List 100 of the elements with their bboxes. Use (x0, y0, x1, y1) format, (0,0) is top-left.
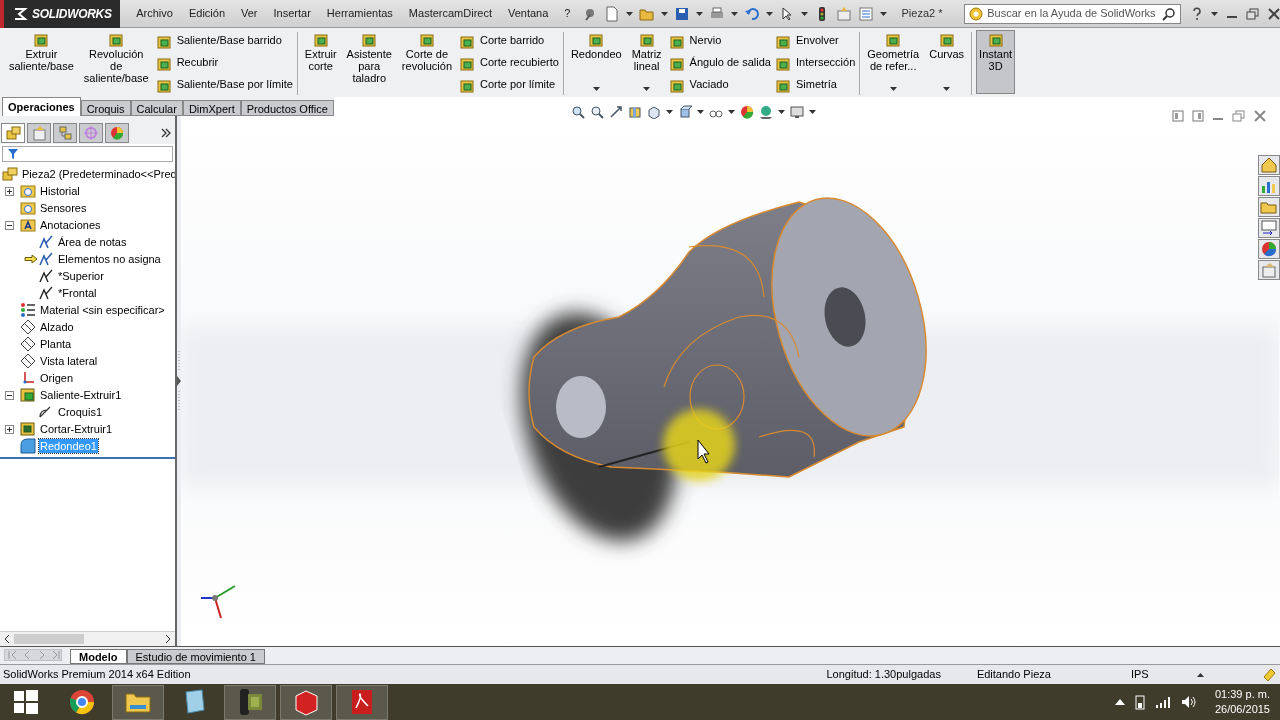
ribbon-button[interactable]: Geometría de refer... (864, 30, 923, 94)
ribbon-button[interactable]: Corte de revolución (398, 30, 455, 94)
zoom-fit-icon[interactable] (570, 105, 585, 120)
menu-item[interactable]: MastercamDirect (408, 5, 492, 22)
caret-icon[interactable] (943, 87, 951, 91)
caret-icon[interactable] (643, 87, 651, 91)
ribbon-button[interactable]: Corte barrido (459, 31, 559, 50)
tree-item-label[interactable]: *Superior (57, 269, 105, 284)
expand-icon[interactable] (5, 424, 14, 434)
ribbon-button[interactable]: Simetría (774, 75, 856, 94)
caret-icon[interactable] (766, 11, 774, 16)
close-icon[interactable] (1268, 7, 1280, 20)
caret-icon[interactable] (661, 11, 669, 16)
ribbon-button[interactable]: Extruir saliente/base (6, 30, 77, 94)
caret-icon[interactable] (880, 11, 888, 16)
tree-item-label[interactable]: Elementos no asigna (57, 252, 162, 267)
tray-expand-icon[interactable] (1114, 699, 1125, 705)
ribbon-button[interactable]: Saliente/Base por límite (155, 75, 293, 94)
bottom-tab[interactable]: Modelo (70, 649, 127, 665)
tile-left-icon[interactable] (1172, 109, 1184, 122)
tree-item-label[interactable]: Croquis1 (57, 405, 104, 420)
view-settings-icon[interactable] (789, 105, 804, 120)
command-tab[interactable]: Calcular (130, 99, 183, 116)
expand-panel-icon[interactable] (161, 127, 171, 138)
tree-item-label[interactable]: Sensores (39, 201, 88, 216)
display-style-icon[interactable] (677, 105, 692, 120)
signal-icon[interactable] (1154, 695, 1171, 709)
caret-icon[interactable] (592, 87, 600, 91)
tree-item-label[interactable]: Vista lateral (39, 354, 99, 369)
ribbon-button[interactable]: Extruir corte (301, 30, 340, 94)
appearance-icon[interactable] (1260, 239, 1278, 258)
ribbon-button[interactable]: Curvas (926, 30, 968, 94)
taskbar-button[interactable] (112, 684, 164, 720)
tree-item-label[interactable]: *Frontal (57, 286, 98, 301)
ribbon-button[interactable]: Nervio (668, 31, 771, 50)
new-document-icon[interactable] (604, 5, 621, 22)
custom-properties-icon[interactable] (1260, 260, 1278, 279)
command-tab[interactable]: Croquis (80, 99, 131, 116)
section-view-icon[interactable] (627, 105, 642, 120)
taskbar-button[interactable] (224, 684, 276, 720)
ribbon-button[interactable]: Redondeo (567, 30, 625, 94)
display-manager-icon[interactable] (109, 124, 125, 141)
scene-icon[interactable] (758, 105, 773, 120)
horizontal-scrollbar[interactable] (0, 631, 175, 647)
help-question-icon[interactable] (1191, 6, 1203, 21)
ribbon-button[interactable]: Asistente para taladro (343, 30, 395, 94)
part-tree-icon[interactable] (5, 124, 21, 141)
zoom-area-icon[interactable] (589, 105, 604, 120)
close-icon[interactable] (1254, 109, 1266, 122)
caret-icon[interactable] (801, 11, 809, 16)
caret-icon[interactable] (731, 11, 739, 16)
tree-item-label[interactable]: Planta (39, 337, 73, 352)
collapse-icon[interactable] (5, 390, 14, 400)
view-orientation-icon[interactable] (646, 105, 661, 120)
tree-item-label[interactable]: Material <sin especificar> (39, 303, 166, 318)
caret-icon[interactable] (696, 11, 704, 16)
up-arrow-icon[interactable] (1196, 672, 1204, 677)
ribbon-button[interactable]: Matriz lineal (628, 30, 665, 94)
menu-item[interactable]: ? (564, 5, 571, 22)
tree-item-label[interactable]: Alzado (39, 320, 75, 335)
menu-item[interactable]: Herramientas (326, 5, 393, 22)
menu-item[interactable]: Ver (241, 5, 258, 22)
home-icon[interactable] (1260, 155, 1278, 174)
tree-item-label[interactable]: Historial (39, 184, 81, 199)
ribbon-button[interactable]: Corte recubierto (459, 53, 559, 72)
command-tab[interactable]: Operaciones (2, 96, 81, 116)
tree-item-label[interactable]: Área de notas (57, 235, 128, 250)
ribbon-button[interactable]: Ángulo de salida (668, 53, 771, 72)
part-model-drawing[interactable] (521, 197, 927, 542)
bottom-tab[interactable]: Estudio de movimiento 1 (126, 649, 265, 665)
menu-item[interactable]: Archivo (136, 5, 173, 22)
menu-item[interactable]: Insertar (273, 5, 311, 22)
clock[interactable]: 01:39 p. m. 26/06/2015 (1214, 687, 1270, 717)
restore-icon[interactable] (1246, 7, 1260, 20)
scroll-right-icon[interactable] (164, 635, 172, 644)
volume-icon[interactable] (1180, 695, 1197, 709)
help-search-field[interactable]: Buscar en la Ayuda de SolidWorks (964, 3, 1181, 24)
collapse-icon[interactable] (5, 220, 14, 230)
command-tab[interactable]: DimXpert (182, 99, 241, 116)
tree-item-label[interactable]: Origen (39, 371, 75, 386)
menu-item[interactable]: Ventana (508, 5, 549, 22)
ribbon-button[interactable]: Vaciado (668, 75, 771, 94)
undo-icon[interactable] (744, 5, 761, 22)
splitter-handle-icon[interactable] (177, 351, 181, 411)
menu-item[interactable]: Edición (188, 5, 225, 22)
caret-icon[interactable] (626, 11, 634, 16)
properties-icon[interactable] (1260, 218, 1278, 237)
ribbon-button[interactable]: Revolución de saliente/base (80, 30, 152, 94)
ribbon-button[interactable]: Intersección (774, 53, 856, 72)
appearance-icon[interactable] (739, 105, 754, 120)
previous-view-icon[interactable] (608, 105, 623, 120)
filter-field[interactable] (2, 145, 173, 162)
tree-item-label[interactable]: Cortar-Extruir1 (39, 422, 114, 437)
caret-icon[interactable] (889, 87, 897, 91)
expand-icon[interactable] (5, 186, 14, 196)
battery-icon[interactable] (1134, 694, 1145, 710)
save-icon[interactable] (674, 5, 691, 22)
scroll-left-icon[interactable] (3, 635, 11, 644)
caret-icon[interactable] (1211, 11, 1218, 16)
taskbar-button[interactable] (336, 684, 388, 720)
